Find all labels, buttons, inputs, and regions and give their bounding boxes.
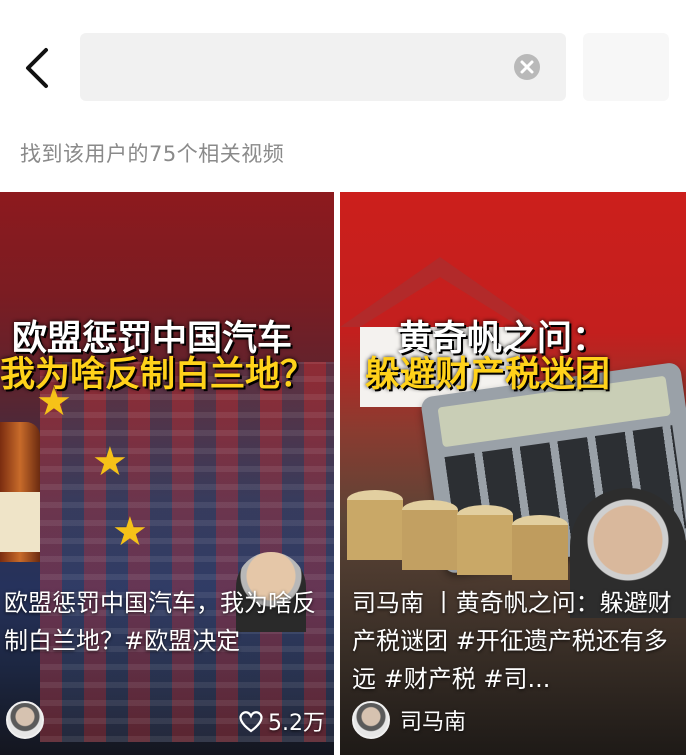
video-1-headline-line2: 我为啥反制白兰地？ <box>0 355 316 395</box>
star-icon: ★ <box>92 439 128 485</box>
likes-count: 5.2万 <box>268 711 325 736</box>
avatar[interactable] <box>352 701 390 739</box>
search-box[interactable] <box>80 33 566 101</box>
video-1-likes[interactable]: 5.2万 <box>238 704 325 738</box>
video-2-author[interactable]: 司马南 <box>352 700 466 740</box>
star-icon: ★ <box>112 509 148 555</box>
chevron-left-icon <box>26 48 48 88</box>
avatar[interactable] <box>6 701 44 739</box>
video-2-description: 司马南 丨黄奇帆之问：躲避财产税谜团 #开征遗产税还有多远 #财产税 #司... <box>352 589 672 693</box>
heart-icon <box>239 711 263 733</box>
result-count-text: 找到该用户的75个相关视频 <box>20 142 285 166</box>
top-bar <box>0 0 686 130</box>
back-button[interactable] <box>20 42 60 94</box>
coins-image <box>347 490 568 580</box>
bottle-label <box>0 492 40 552</box>
clear-button[interactable] <box>514 54 540 80</box>
search-input[interactable] <box>98 49 502 87</box>
video-2-headline-line2: 躲避财产税迷团 <box>365 355 611 395</box>
cars-image <box>40 362 334 742</box>
video-1-author[interactable] <box>6 700 54 740</box>
video-1-description: 欧盟惩罚中国汽车，我为啥反制白兰地？#欧盟决定 <box>4 589 316 655</box>
search-action-button[interactable] <box>583 33 669 101</box>
video-card-1[interactable]: ★ ★ ★ <box>0 192 334 755</box>
close-icon <box>520 60 534 74</box>
author-name: 司马南 <box>400 710 467 735</box>
